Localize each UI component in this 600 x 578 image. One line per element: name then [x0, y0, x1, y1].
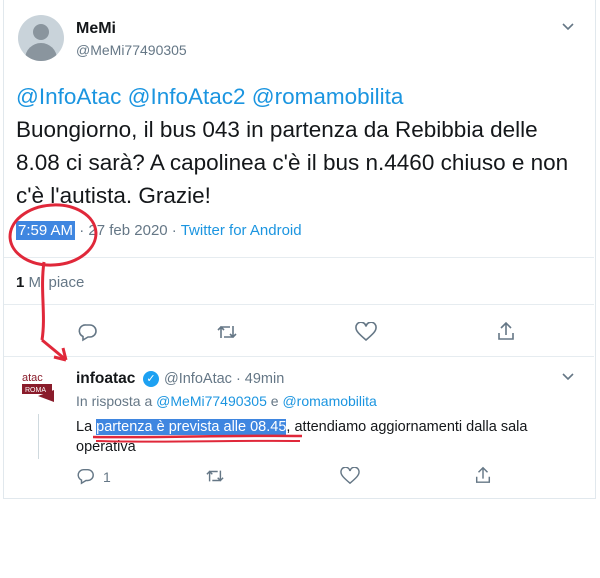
chevron-down-icon[interactable] — [560, 368, 576, 389]
share-icon[interactable] — [474, 466, 492, 489]
reply-context: In risposta a @MeMi77490305 e @romamobil… — [76, 393, 377, 409]
reply-and: e — [270, 393, 279, 409]
likes-summary[interactable]: 1 Mi piace — [16, 274, 84, 291]
verified-badge-icon: ✓ — [143, 371, 159, 387]
retweet-icon[interactable] — [205, 467, 225, 490]
tweet-time[interactable]: 7:59 AM — [16, 221, 76, 240]
tweet-meta: 7:59 AM · 27 feb 2020 · Twitter for Andr… — [16, 221, 302, 240]
tweet-mentions[interactable]: @InfoAtac @InfoAtac2 @romamobilita — [16, 84, 403, 109]
reply-text-prefix: La — [76, 419, 97, 435]
tweet-text: @InfoAtac @InfoAtac2 @romamobilita Buong… — [16, 80, 576, 212]
heart-icon[interactable] — [340, 466, 360, 490]
tweet-date[interactable]: · 27 feb 2020 · — [79, 222, 177, 239]
divider — [4, 356, 594, 357]
reply-count: 1 — [103, 469, 111, 485]
like-count: 1 — [16, 274, 25, 291]
atac-logo[interactable]: atac ROMA — [20, 370, 58, 406]
author-name[interactable]: MeMi — [76, 20, 116, 38]
divider — [4, 304, 594, 305]
reply-icon[interactable] — [77, 467, 95, 490]
avatar[interactable] — [18, 15, 64, 61]
divider — [4, 257, 594, 258]
logo-subtext: ROMA — [25, 387, 46, 394]
logo-text: atac — [22, 372, 43, 384]
thread-line — [38, 414, 39, 459]
reply-author-handle[interactable]: @InfoAtac · 49min — [164, 371, 284, 387]
avatar-body-shape — [25, 43, 57, 61]
reply-text-highlight: partenza è prevista alle 08.45 — [96, 419, 287, 435]
reply-icon[interactable] — [78, 322, 98, 347]
chevron-down-icon[interactable] — [560, 18, 576, 39]
share-icon[interactable] — [496, 321, 516, 346]
reply-text: La partenza è prevista alle 08.45, atten… — [76, 417, 576, 457]
reply-author-name[interactable]: infoatac — [76, 370, 135, 388]
like-label: Mi piace — [28, 274, 85, 291]
author-handle[interactable]: @MeMi77490305 — [76, 42, 187, 58]
heart-icon[interactable] — [355, 321, 377, 347]
retweet-icon[interactable] — [216, 322, 238, 347]
reply-user-link[interactable]: @romamobilita — [282, 393, 376, 409]
tweet-body: Buongiorno, il bus 043 in partenza da Re… — [16, 117, 569, 208]
avatar-head-shape — [33, 24, 49, 40]
reply-prefix: In risposta a — [76, 393, 153, 409]
reply-user-link[interactable]: @MeMi77490305 — [156, 393, 267, 409]
tweet-client[interactable]: Twitter for Android — [181, 222, 302, 239]
